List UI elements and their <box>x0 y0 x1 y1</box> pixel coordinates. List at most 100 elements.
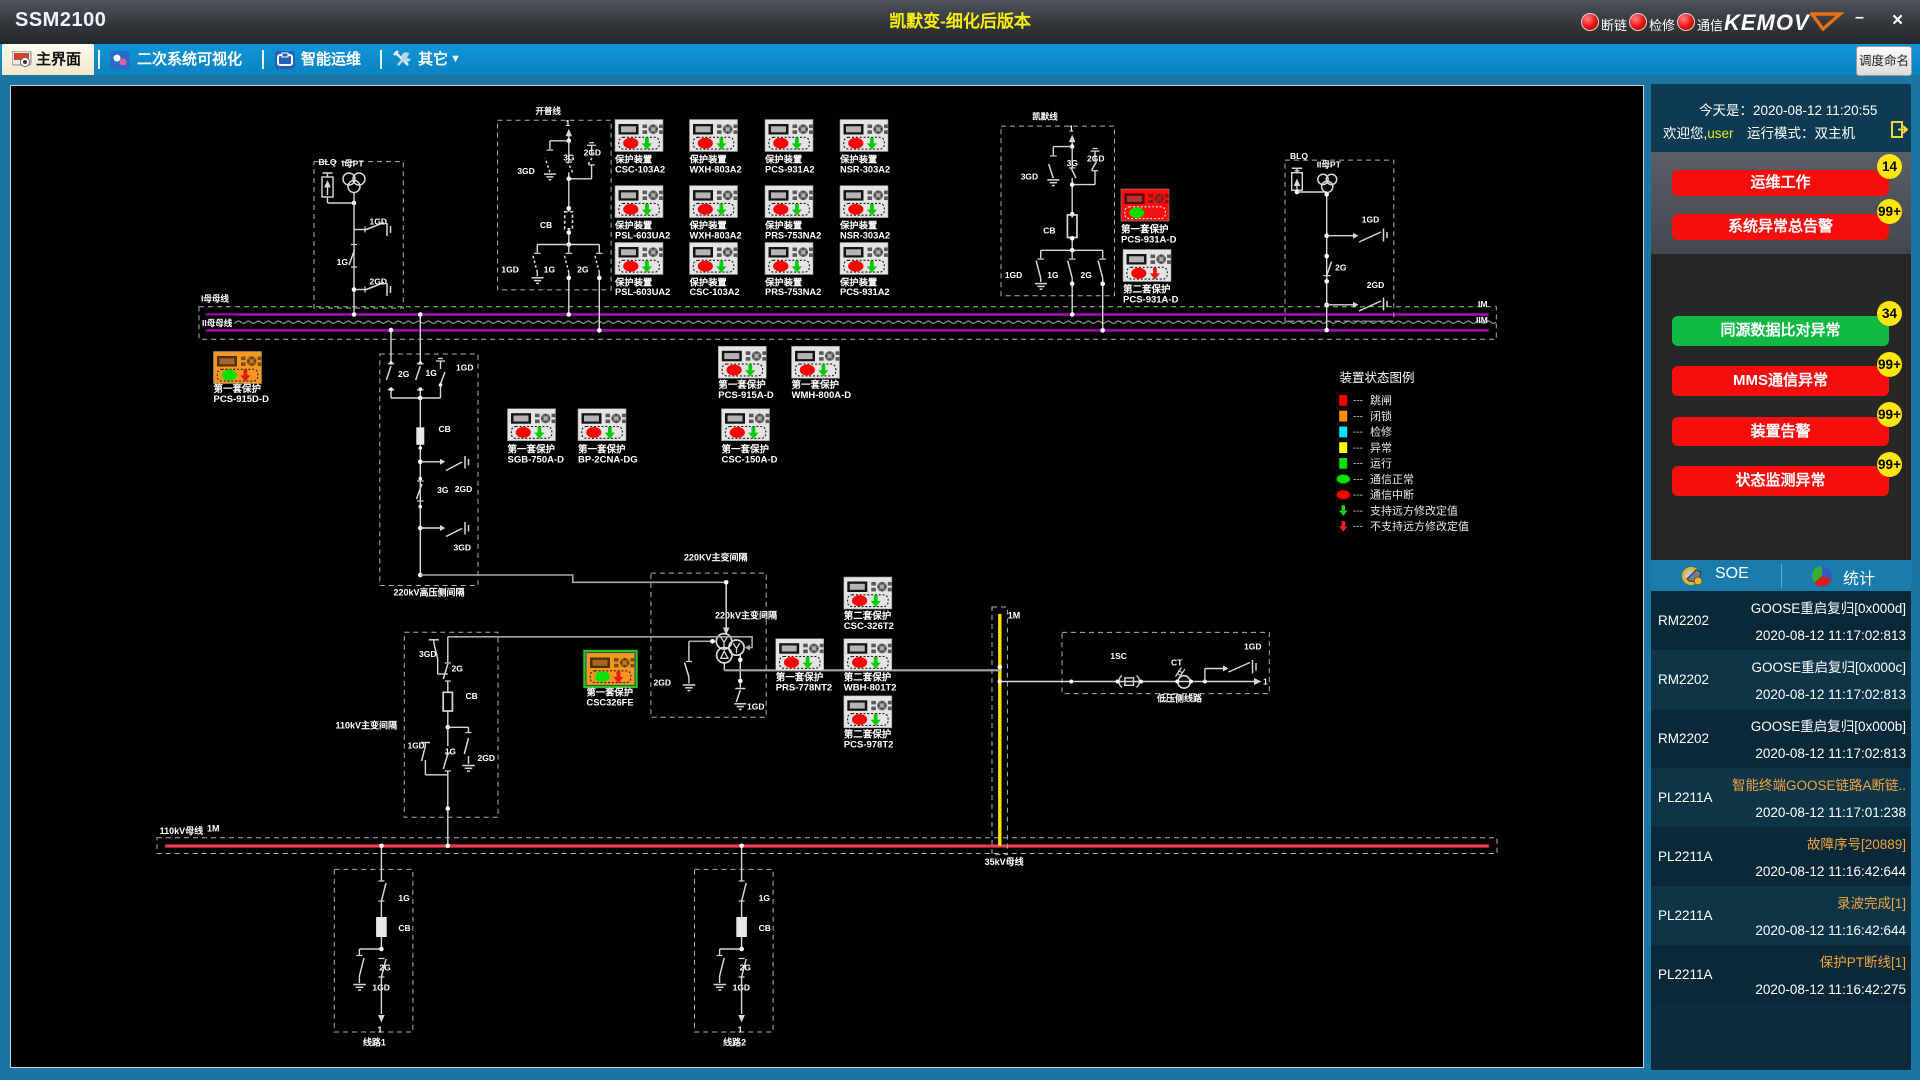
svg-text:通信正常: 通信正常 <box>1370 473 1414 486</box>
svg-text:1M: 1M <box>207 824 220 834</box>
svg-text:CB: CB <box>540 220 552 230</box>
svg-text:保护装置: 保护装置 <box>689 154 727 165</box>
svg-text:2GD: 2GD <box>654 678 671 688</box>
svg-text:1: 1 <box>565 118 570 128</box>
svg-text:PSL-603UA2: PSL-603UA2 <box>615 287 670 297</box>
svg-text:检修: 检修 <box>1370 425 1392 439</box>
svg-text:2GD: 2GD <box>584 148 601 158</box>
svg-text:SGB-750A-D: SGB-750A-D <box>508 454 565 465</box>
svg-text:第一套保护: 第一套保护 <box>587 687 634 698</box>
svg-text:PCS-978T2: PCS-978T2 <box>844 739 894 750</box>
svg-text:3GD: 3GD <box>454 543 471 553</box>
svg-text:CSC-103A2: CSC-103A2 <box>690 287 740 297</box>
svg-text:---: --- <box>1353 490 1363 501</box>
svg-text:1GD: 1GD <box>1244 642 1261 652</box>
svg-text:CB: CB <box>1043 226 1055 236</box>
svg-text:NSR-303A2: NSR-303A2 <box>840 164 890 174</box>
svg-text:3GD: 3GD <box>517 166 534 176</box>
svg-text:PSL-603UA2: PSL-603UA2 <box>615 230 670 240</box>
svg-text:---: --- <box>1353 411 1363 422</box>
svg-text:1GD: 1GD <box>747 702 764 712</box>
svg-text:凯默线: 凯默线 <box>1032 112 1058 122</box>
svg-text:PRS-753NA2: PRS-753NA2 <box>765 287 821 297</box>
svg-text:闭锁: 闭锁 <box>1370 409 1392 423</box>
svg-text:1G: 1G <box>759 893 771 903</box>
svg-text:110kV母线: 110kV母线 <box>160 825 204 836</box>
svg-text:低压侧线路: 低压侧线路 <box>1156 693 1203 704</box>
svg-text:PCS-931A2: PCS-931A2 <box>840 287 890 297</box>
svg-text:CSC-103A2: CSC-103A2 <box>615 164 665 174</box>
svg-text:1G: 1G <box>1047 270 1059 280</box>
svg-text:WXH-803A2: WXH-803A2 <box>690 230 742 240</box>
svg-text:WMH-800A-D: WMH-800A-D <box>792 390 852 401</box>
svg-text:1GD: 1GD <box>370 217 387 227</box>
svg-text:保护装置: 保护装置 <box>839 154 877 165</box>
svg-text:3GD: 3GD <box>1021 172 1038 182</box>
svg-text:保护装置: 保护装置 <box>839 276 877 287</box>
svg-text:2G: 2G <box>740 963 752 973</box>
svg-text:线路1: 线路1 <box>363 1037 386 1048</box>
svg-text:2GD: 2GD <box>478 753 495 763</box>
svg-text:CSC-150A-D: CSC-150A-D <box>722 454 778 465</box>
svg-text:运行: 运行 <box>1370 457 1392 470</box>
svg-text:2G: 2G <box>379 963 391 973</box>
svg-text:3G: 3G <box>1067 158 1079 168</box>
svg-text:保护装置: 保护装置 <box>614 276 652 287</box>
svg-text:3G: 3G <box>437 485 449 495</box>
svg-text:1G: 1G <box>445 748 456 757</box>
svg-text:CB: CB <box>439 424 451 434</box>
svg-text:PCS-931A-D: PCS-931A-D <box>1123 294 1179 305</box>
svg-text:---: --- <box>1353 396 1363 407</box>
svg-text:保护装置: 保护装置 <box>614 220 652 231</box>
svg-text:PRS-778NT2: PRS-778NT2 <box>776 682 833 693</box>
svg-text:BLQ: BLQ <box>319 157 337 167</box>
svg-text:PCS-931A-D: PCS-931A-D <box>1121 234 1177 245</box>
svg-text:1GD: 1GD <box>408 742 425 751</box>
svg-text:I母PT: I母PT <box>342 159 365 169</box>
svg-text:CSC-326T2: CSC-326T2 <box>844 621 894 632</box>
svg-text:I母母线: I母母线 <box>201 294 229 304</box>
svg-text:CT: CT <box>1171 658 1183 668</box>
svg-text:开普线: 开普线 <box>535 106 561 116</box>
svg-text:2GD: 2GD <box>1367 280 1384 290</box>
svg-text:1G: 1G <box>337 257 349 267</box>
svg-text:1GD: 1GD <box>1362 215 1379 225</box>
svg-text:1G: 1G <box>398 893 410 903</box>
svg-text:异常: 异常 <box>1370 441 1392 454</box>
svg-text:保护装置: 保护装置 <box>764 154 802 165</box>
svg-text:支持远方修改定值: 支持远方修改定值 <box>1370 503 1458 517</box>
svg-text:3G: 3G <box>563 152 575 162</box>
svg-text:1M: 1M <box>1008 611 1021 621</box>
svg-text:IM: IM <box>1478 299 1487 309</box>
svg-text:IIM: IIM <box>1476 315 1488 325</box>
svg-text:WBH-801T2: WBH-801T2 <box>844 682 897 693</box>
svg-text:保护装置: 保护装置 <box>689 220 727 231</box>
svg-text:2G: 2G <box>398 369 410 379</box>
svg-text:1G: 1G <box>426 368 438 378</box>
svg-text:---: --- <box>1353 443 1363 454</box>
svg-text:保护装置: 保护装置 <box>689 276 727 287</box>
svg-text:2GD: 2GD <box>370 277 387 287</box>
svg-text:2GD: 2GD <box>455 484 472 494</box>
svg-text:1: 1 <box>738 1025 743 1035</box>
svg-text:PCS-931A2: PCS-931A2 <box>765 164 815 174</box>
svg-text:1: 1 <box>1263 677 1268 687</box>
svg-text:1G: 1G <box>544 264 556 274</box>
svg-text:PRS-753NA2: PRS-753NA2 <box>765 230 821 240</box>
svg-text:2G: 2G <box>1335 263 1347 273</box>
svg-text:1: 1 <box>1069 124 1074 134</box>
svg-text:---: --- <box>1353 459 1363 470</box>
svg-text:1: 1 <box>378 1025 383 1035</box>
svg-text:线路2: 线路2 <box>723 1037 746 1048</box>
svg-text:通信中断: 通信中断 <box>1370 488 1414 502</box>
svg-text:1GD: 1GD <box>456 363 473 373</box>
svg-text:110kV主变间隔: 110kV主变间隔 <box>335 720 397 731</box>
svg-text:保护装置: 保护装置 <box>839 220 877 231</box>
svg-text:PCS-915D-D: PCS-915D-D <box>214 394 270 405</box>
svg-text:3GD: 3GD <box>419 649 436 659</box>
svg-text:跳闸: 跳闸 <box>1370 393 1392 407</box>
svg-text:---: --- <box>1353 506 1363 517</box>
svg-text:220KV主变间隔: 220KV主变间隔 <box>684 552 748 563</box>
svg-text:2G: 2G <box>577 264 589 274</box>
svg-text:BP-2CNA-DG: BP-2CNA-DG <box>578 454 638 465</box>
